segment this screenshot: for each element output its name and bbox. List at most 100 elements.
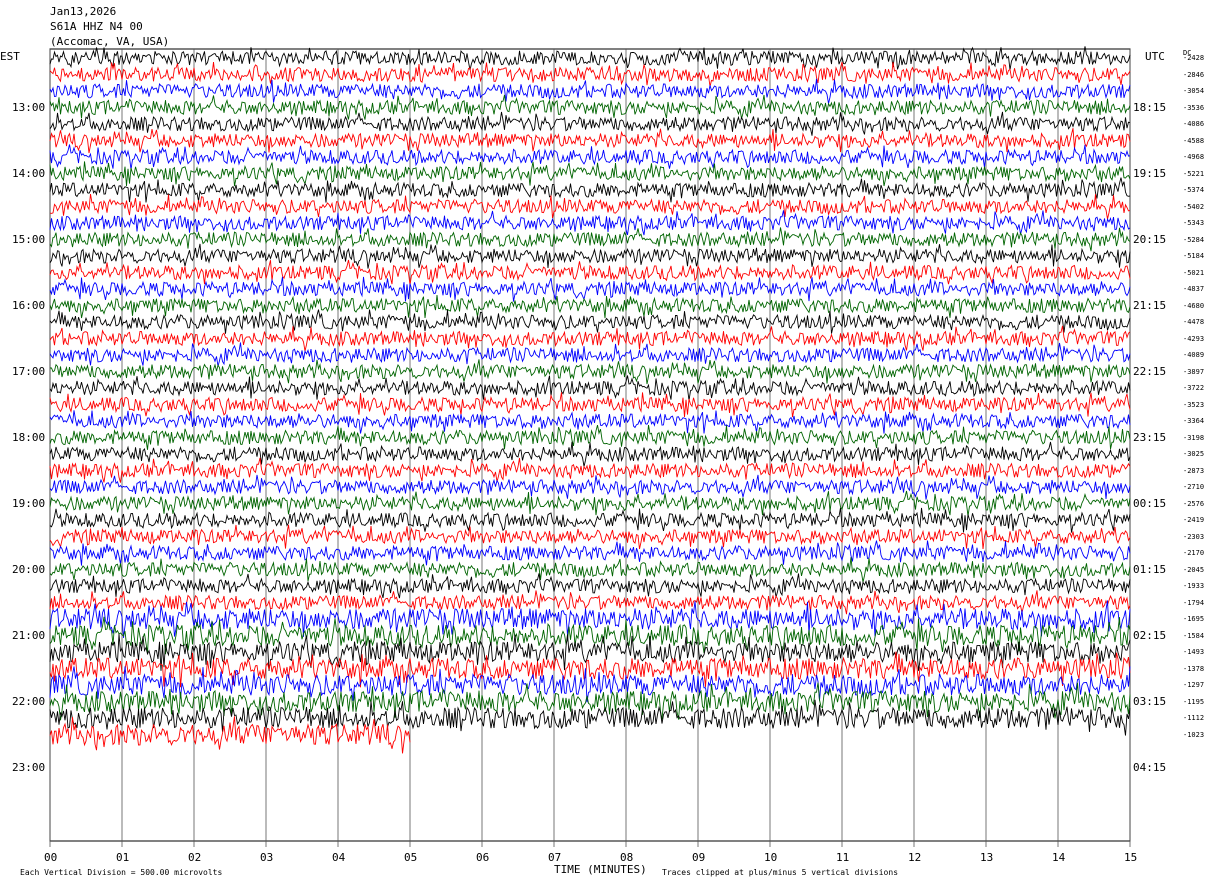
utc-hour-label: 23:15 (1133, 430, 1167, 444)
seismic-trace (49, 194, 1131, 220)
x-tick-label: 00 (44, 851, 58, 864)
utc-hour-label: 21:15 (1133, 298, 1167, 312)
x-tick-label: 07 (548, 851, 562, 864)
dc-offset-value: -2419 (1183, 516, 1205, 524)
dc-offset-value: -3722 (1183, 384, 1205, 392)
dc-offset-value: -2576 (1183, 499, 1205, 508)
seismic-trace (49, 61, 1131, 87)
est-hour-label: 19:00 (12, 496, 46, 510)
dc-offset-value: -5402 (1183, 202, 1205, 211)
utc-hour-label: 19:15 (1133, 166, 1167, 180)
dc-offset-value: -5343 (1183, 219, 1205, 227)
seismic-trace (49, 94, 1131, 120)
seismic-trace (49, 474, 1131, 500)
dc-offset-value: -3536 (1183, 103, 1205, 112)
x-tick-label: 13 (980, 851, 994, 864)
x-tick-label: 12 (908, 851, 922, 864)
x-tick-label: 02 (188, 851, 202, 864)
seismic-trace (49, 128, 1131, 154)
dc-offset-value: -1112 (1183, 714, 1205, 722)
utc-hour-label: 20:15 (1133, 232, 1167, 246)
dc-offset-value: -2846 (1183, 70, 1205, 79)
dc-offset-value: -5221 (1183, 169, 1205, 178)
dc-offset-value: -1584 (1183, 631, 1205, 640)
seismic-trace (49, 111, 1131, 136)
dc-offset-value: -5021 (1183, 268, 1205, 277)
utc-hour-label: 01:15 (1133, 562, 1167, 576)
dc-offset-value: -1493 (1183, 648, 1205, 656)
dc-offset-value: -3364 (1183, 417, 1205, 425)
seismic-trace (49, 573, 1131, 599)
est-hour-label: 22:00 (12, 694, 46, 708)
dc-offset-value: -1933 (1183, 582, 1205, 590)
seismic-trace (49, 524, 1131, 550)
dc-offset-value: -4680 (1183, 301, 1205, 310)
est-hour-label: 21:00 (12, 628, 46, 642)
dc-offset-value: -1297 (1183, 681, 1205, 689)
seismic-trace (49, 227, 1131, 252)
seismic-trace (49, 716, 411, 754)
utc-hour-label: 18:15 (1133, 100, 1167, 114)
seismic-trace (49, 46, 1131, 71)
x-tick-label: 09 (692, 851, 706, 864)
dc-offset-value: -3054 (1183, 87, 1205, 95)
dc-offset-value: -2045 (1183, 565, 1205, 574)
utc-hour-label: 22:15 (1133, 364, 1167, 378)
dc-offset-value: -4837 (1183, 285, 1205, 293)
seismic-trace (49, 392, 1131, 418)
seismic-trace (49, 557, 1131, 583)
x-tick-label: 01 (116, 851, 130, 864)
dc-offset-value: -5284 (1183, 235, 1205, 244)
est-hour-label: 23:00 (12, 760, 46, 774)
dc-offset-value: -4086 (1183, 120, 1205, 128)
dc-offset-value: -4588 (1183, 136, 1205, 145)
dc-offset-value: -4968 (1183, 153, 1205, 161)
dc-offset-value: -5374 (1183, 186, 1205, 194)
dc-offset-value: -2428 (1183, 54, 1205, 62)
helicorder-plot (49, 46, 1131, 847)
dc-offset-value: -4478 (1183, 318, 1205, 326)
dc-offset-value: -1378 (1183, 664, 1205, 673)
seismic-trace (49, 490, 1131, 517)
est-hour-label: 14:00 (12, 166, 46, 180)
x-tick-label: 15 (1124, 851, 1138, 864)
est-hour-label: 15:00 (12, 232, 46, 246)
dc-offset-value: -1794 (1183, 598, 1205, 607)
est-hour-label: 16:00 (12, 298, 46, 312)
dc-offset-value: -2710 (1183, 483, 1205, 491)
dc-offset-value: -4293 (1183, 334, 1205, 343)
seismic-trace (49, 540, 1131, 566)
seismic-trace (49, 210, 1131, 236)
utc-hour-label: 02:15 (1133, 628, 1167, 642)
seismic-trace (49, 457, 1131, 483)
clip-note: Traces clipped at plus/minus 5 vertical … (662, 868, 899, 877)
utc-hour-label: 03:15 (1133, 694, 1167, 708)
dc-offset-value: -4089 (1183, 351, 1205, 359)
seismic-trace (49, 507, 1131, 533)
x-tick-label: 10 (764, 851, 778, 864)
seismic-trace (49, 276, 1131, 302)
est-hour-label: 17:00 (12, 364, 46, 378)
est-hour-label: 13:00 (12, 100, 46, 114)
utc-hour-label: 00:15 (1133, 496, 1167, 510)
dc-offset-value: -2170 (1183, 549, 1205, 557)
seismic-trace (50, 359, 1131, 385)
dc-offset-value: -5184 (1183, 252, 1205, 260)
x-tick-label: 14 (1052, 851, 1066, 864)
x-tick-label: 04 (332, 851, 346, 864)
seismic-trace (49, 78, 1131, 104)
seismic-trace (49, 375, 1131, 401)
seismic-trace (49, 325, 1131, 352)
dc-offset-value: -3523 (1183, 400, 1205, 409)
seismic-trace (49, 144, 1131, 170)
dc-offset-value: -3198 (1183, 433, 1205, 442)
seismic-trace (49, 243, 1131, 269)
seismic-trace (49, 410, 1131, 434)
vertical-scale-note: Each Vertical Division = 500.00 microvol… (20, 868, 223, 877)
seismic-trace (49, 309, 1131, 334)
x-tick-label: 05 (404, 851, 418, 864)
est-hour-label: 20:00 (12, 562, 46, 576)
x-tick-label: 06 (476, 851, 490, 864)
dc-offset-value: -3025 (1183, 450, 1205, 458)
dc-offset-value: -3897 (1183, 367, 1205, 376)
